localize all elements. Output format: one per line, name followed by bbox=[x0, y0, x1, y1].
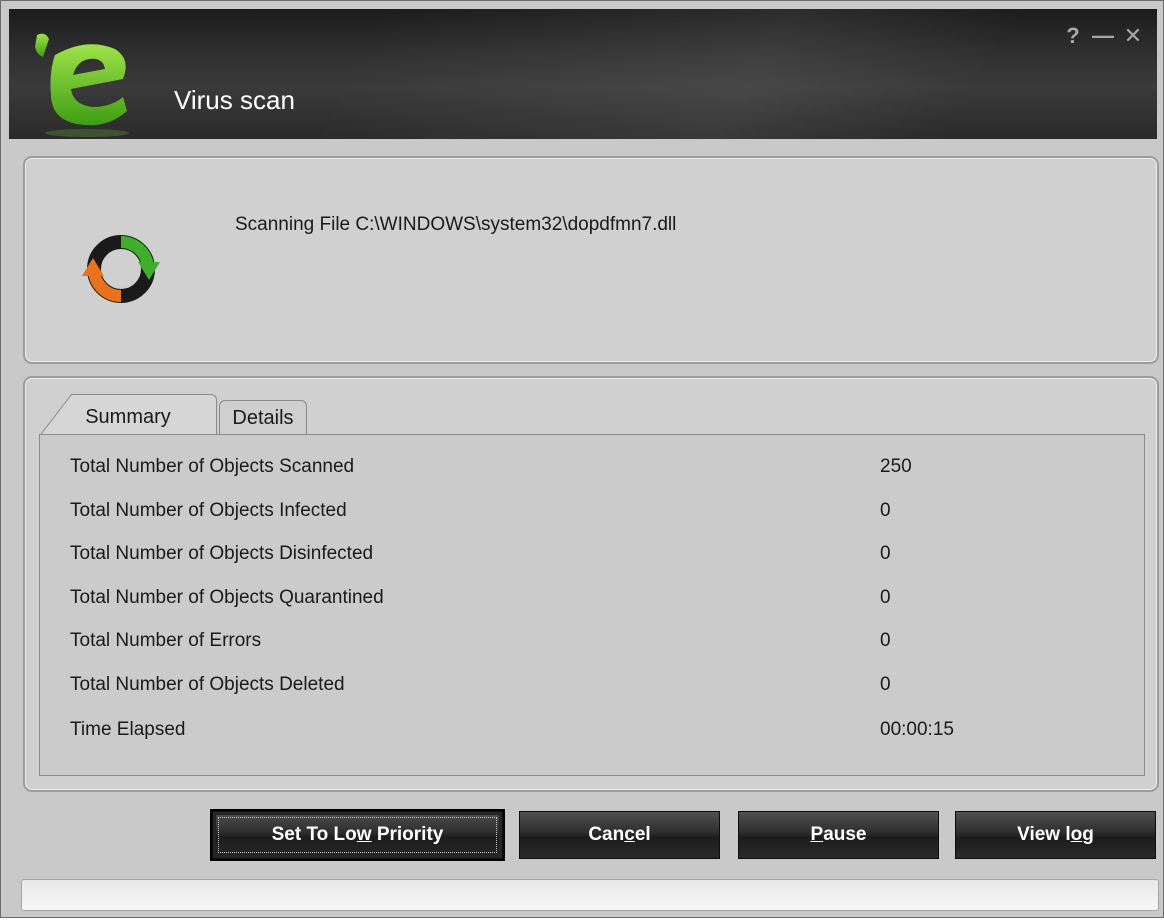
focus-ring bbox=[218, 817, 497, 853]
stat-row-quarantined: Total Number of Objects Quarantined 0 bbox=[70, 578, 1130, 618]
stat-row-errors: Total Number of Errors 0 bbox=[70, 621, 1130, 661]
stat-row-scanned: Total Number of Objects Scanned 250 bbox=[70, 447, 1130, 487]
stat-label: Total Number of Objects Disinfected bbox=[70, 543, 374, 564]
stat-value: 0 bbox=[880, 587, 891, 608]
minimize-icon[interactable]: — bbox=[1091, 23, 1115, 49]
title-bar[interactable]: Virus scan ? — ✕ bbox=[9, 9, 1157, 139]
stat-value: 0 bbox=[880, 630, 891, 651]
stat-label: Total Number of Objects Quarantined bbox=[70, 587, 384, 608]
stat-value: 0 bbox=[880, 674, 891, 695]
stat-label: Total Number of Objects Scanned bbox=[70, 456, 355, 477]
stat-label: Total Number of Errors bbox=[70, 630, 262, 651]
stat-value: 0 bbox=[880, 500, 891, 521]
cancel-button[interactable]: Can c el bbox=[519, 811, 720, 859]
tab-details[interactable]: Details bbox=[219, 400, 307, 436]
stat-value: 00:00:15 bbox=[880, 719, 954, 740]
refresh-scan-icon bbox=[82, 235, 160, 303]
stat-row-deleted: Total Number of Objects Deleted 0 bbox=[70, 665, 1130, 705]
tab-summary[interactable]: Summary bbox=[39, 394, 217, 436]
pause-button[interactable]: Pause bbox=[738, 811, 939, 859]
window-title: Virus scan bbox=[174, 85, 295, 115]
results-panel: Summary Details Total Number of Objects … bbox=[23, 376, 1159, 792]
help-icon[interactable]: ? bbox=[1061, 23, 1085, 49]
stat-label: Time Elapsed bbox=[70, 719, 186, 740]
stat-value: 250 bbox=[880, 456, 912, 477]
close-icon[interactable]: ✕ bbox=[1121, 23, 1145, 49]
e-logo-icon bbox=[35, 33, 129, 137]
scan-status-text: Scanning File C:\WINDOWS\system32\dopdfm… bbox=[235, 214, 677, 235]
stat-row-disinfected: Total Number of Objects Disinfected 0 bbox=[70, 534, 1130, 574]
scan-progress-bar bbox=[21, 879, 1159, 911]
virus-scan-window: Virus scan ? — ✕ Scanning File C:\WINDOW… bbox=[0, 0, 1164, 918]
scan-status-panel: Scanning File C:\WINDOWS\system32\dopdfm… bbox=[23, 156, 1159, 364]
stat-label: Total Number of Objects Infected bbox=[70, 500, 347, 521]
view-log-button[interactable]: View log bbox=[955, 811, 1156, 859]
stat-label: Total Number of Objects Deleted bbox=[70, 674, 345, 695]
set-low-priority-button[interactable]: Set To Lo w Priority bbox=[210, 809, 505, 861]
action-buttons: Set To Lo w Priority Can c el Pause View lo… bbox=[1, 809, 1164, 861]
stat-row-time-elapsed: Time Elapsed 00:00:15 bbox=[70, 710, 1130, 750]
stat-value: 0 bbox=[880, 543, 891, 564]
summary-table: Total Number of Objects Scanned 250 Tota… bbox=[39, 434, 1145, 776]
stat-row-infected: Total Number of Objects Infected 0 bbox=[70, 491, 1130, 531]
